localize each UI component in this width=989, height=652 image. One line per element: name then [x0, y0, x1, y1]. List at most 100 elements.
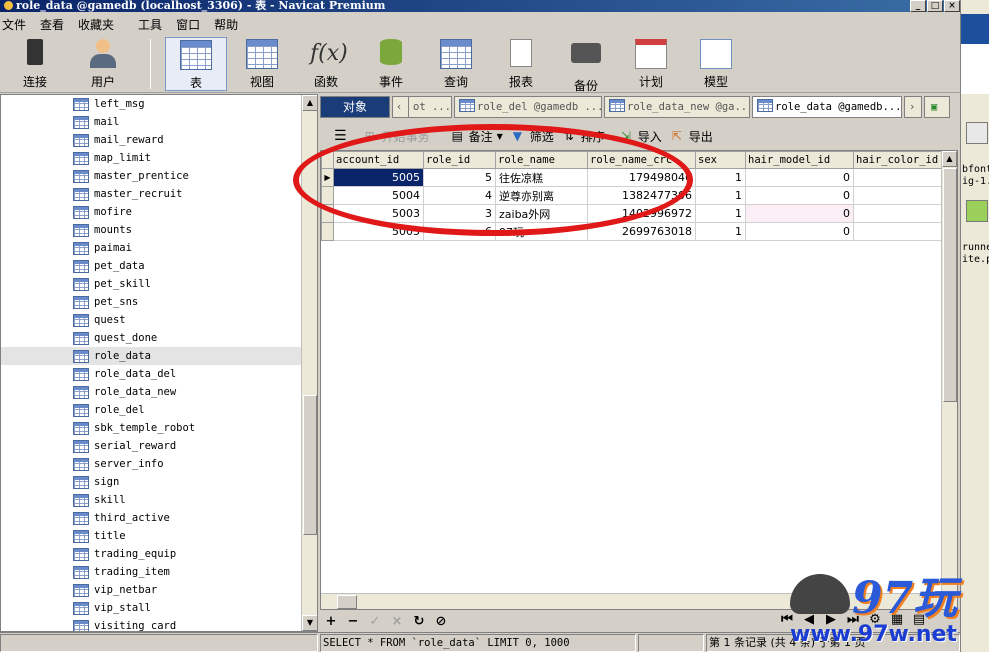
last-page-icon[interactable]: ⏭ — [842, 612, 864, 627]
column-header[interactable]: hair_model_id — [745, 151, 854, 169]
tree-item-mail[interactable]: mail — [1, 113, 303, 131]
maximize-button[interactable]: □ — [927, 0, 943, 12]
cell-hair-model-id[interactable]: 0 — [745, 168, 854, 187]
tree-item-vip-stall[interactable]: vip_stall — [1, 599, 303, 617]
tree-item-quest-done[interactable]: quest_done — [1, 329, 303, 347]
cell-hair-model-id[interactable]: 0 — [745, 186, 854, 205]
close-button[interactable]: × — [944, 0, 960, 12]
stop-icon[interactable]: ⊘ — [430, 614, 452, 629]
tab-objects[interactable]: 对象 — [320, 96, 390, 118]
file-icon[interactable] — [966, 122, 988, 144]
tree-item-trading-item[interactable]: trading_item — [1, 563, 303, 581]
scroll-up-arrow-icon[interactable]: ▲ — [302, 95, 317, 111]
tree-item-pet-skill[interactable]: pet_skill — [1, 275, 303, 293]
cell-sex[interactable]: 1 — [695, 204, 746, 223]
column-header[interactable]: role_id — [423, 151, 496, 169]
tree-item-sbk-temple-robot[interactable]: sbk_temple_robot — [1, 419, 303, 437]
tree-item-pet-data[interactable]: pet_data — [1, 257, 303, 275]
tree-item-server-info[interactable]: server_info — [1, 455, 303, 473]
tree-item-serial-reward[interactable]: serial_reward — [1, 437, 303, 455]
export-button[interactable]: ⇱ 导出 — [672, 128, 713, 145]
grid-vertical-scrollbar[interactable]: ▲ — [941, 151, 957, 609]
scroll-up-arrow-icon[interactable]: ▲ — [942, 151, 957, 167]
tree-item-pet-sns[interactable]: pet_sns — [1, 293, 303, 311]
tree-item-sign[interactable]: sign — [1, 473, 303, 491]
tab-role-data-new[interactable]: role_data_new @ga... — [604, 96, 750, 118]
cell-role-id[interactable]: 3 — [423, 204, 496, 223]
column-header[interactable]: role_name — [495, 151, 588, 169]
scroll-down-arrow-icon[interactable]: ▼ — [302, 615, 317, 631]
table-row[interactable]: 5004 4 逆尊亦别离 1382477306 1 0 — [321, 186, 942, 205]
tree-item-skill[interactable]: skill — [1, 491, 303, 509]
cell-account-id[interactable]: 5004 — [333, 186, 424, 205]
scroll-thumb[interactable] — [943, 168, 957, 402]
model-button[interactable]: 模型 — [685, 37, 747, 91]
column-header[interactable]: role_name_crc — [587, 151, 696, 169]
cell-role-name[interactable]: 往佐凉糕 — [495, 168, 588, 187]
column-header[interactable]: sex — [695, 151, 746, 169]
menu-tools[interactable]: 工具 — [126, 16, 174, 33]
cell-role-id[interactable]: 5 — [423, 168, 496, 187]
connect-button[interactable]: 连接 — [4, 37, 66, 91]
cell-role-id[interactable]: 6 — [423, 222, 496, 241]
tree-scrollbar[interactable]: ▲ ▼ — [301, 95, 317, 631]
add-record-icon[interactable]: + — [320, 614, 342, 629]
delete-record-icon[interactable]: − — [342, 614, 364, 629]
tree-item-mofire[interactable]: mofire — [1, 203, 303, 221]
tree-item-role-del[interactable]: role_del — [1, 401, 303, 419]
cell-role-id[interactable]: 4 — [423, 186, 496, 205]
filter-button[interactable]: ▼ 筛选 — [513, 128, 554, 145]
table-button[interactable]: 表 — [165, 37, 227, 91]
schedule-button[interactable]: 计划 — [620, 37, 682, 91]
cell-sex[interactable]: 1 — [695, 186, 746, 205]
next-page-icon[interactable]: ▶ — [820, 612, 842, 627]
refresh-icon[interactable]: ↻ — [408, 614, 430, 629]
grid-view-icon[interactable]: ▦ — [886, 612, 908, 627]
file-icon[interactable] — [966, 200, 988, 222]
cell-role-name[interactable]: 97玩 — [495, 222, 588, 241]
tree-item-third-active[interactable]: third_active — [1, 509, 303, 527]
tree-item-left-msg[interactable]: left_msg — [1, 95, 303, 113]
tree-item-visiting-card[interactable]: visiting_card — [1, 617, 303, 631]
tree-item-title[interactable]: title — [1, 527, 303, 545]
discard-changes-icon[interactable]: × — [386, 614, 408, 629]
form-view-icon[interactable]: ▤ — [908, 612, 930, 627]
cell-hair-color-id[interactable] — [853, 222, 942, 241]
sort-button[interactable]: ⇅ 排序 — [564, 128, 605, 145]
user-button[interactable]: 用户 — [72, 37, 134, 91]
function-button[interactable]: f(x) 函数 — [295, 37, 357, 91]
cell-hair-color-id[interactable] — [853, 186, 942, 205]
tree-item-role-data[interactable]: role_data — [1, 347, 303, 365]
current-row-indicator-icon[interactable]: ▶ — [321, 168, 334, 187]
cell-role-name-crc[interactable]: 1402996972 — [587, 204, 696, 223]
row-selector[interactable] — [321, 204, 334, 223]
grid-horizontal-scrollbar[interactable] — [321, 593, 957, 609]
tree-item-map-limit[interactable]: map_limit — [1, 149, 303, 167]
cell-sex[interactable]: 1 — [695, 168, 746, 187]
menu-file[interactable]: 文件 — [0, 16, 38, 33]
cell-hair-color-id[interactable] — [853, 204, 942, 223]
import-button[interactable]: ⇲ 导入 — [621, 128, 662, 145]
begin-transaction-button[interactable]: ⊞ 开始事务 — [365, 128, 430, 145]
cell-account-id[interactable]: 5003 — [333, 204, 424, 223]
menu-window[interactable]: 窗口 — [174, 16, 212, 33]
report-button[interactable]: 报表 — [490, 37, 552, 91]
memo-button[interactable]: ▤ 备注 ▼ — [452, 128, 503, 145]
cell-role-name-crc[interactable]: 1382477306 — [587, 186, 696, 205]
cell-role-name-crc[interactable]: 2699763018 — [587, 222, 696, 241]
tree-item-mail-reward[interactable]: mail_reward — [1, 131, 303, 149]
query-button[interactable]: 查询 — [425, 37, 487, 91]
cell-role-name[interactable]: zaiba外网 — [495, 204, 588, 223]
cell-hair-model-id[interactable]: 0 — [745, 222, 854, 241]
backup-button[interactable]: 备份 — [555, 37, 617, 93]
first-page-icon[interactable]: ⏮ — [776, 612, 798, 627]
tree-item-quest[interactable]: quest — [1, 311, 303, 329]
column-header[interactable]: hair_color_id — [853, 151, 942, 169]
tree-item-vip-netbar[interactable]: vip_netbar — [1, 581, 303, 599]
apply-changes-icon[interactable]: ✓ — [364, 614, 386, 629]
tab-scroll-right-icon[interactable]: › — [904, 96, 922, 118]
tree-item-paimai[interactable]: paimai — [1, 239, 303, 257]
tab-previous[interactable]: ot ... — [408, 96, 452, 118]
cell-role-name[interactable]: 逆尊亦别离 — [495, 186, 588, 205]
minimize-button[interactable]: _ — [910, 0, 926, 12]
